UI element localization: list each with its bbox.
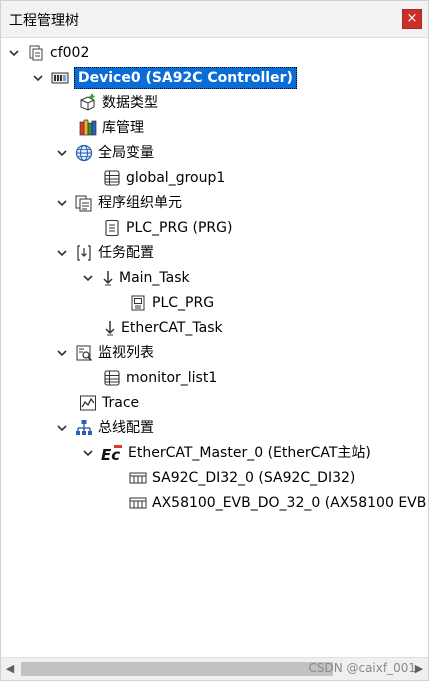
- tree-node-global-vars[interactable]: 全局变量: [55, 141, 154, 165]
- io-module-icon: [129, 494, 147, 512]
- tree-node-slave-2[interactable]: AX58100_EVB_DO_32_0 (AX58100 EVB: [129, 491, 426, 515]
- tree-node-root[interactable]: cf002: [7, 41, 89, 65]
- task-arrow-icon: [103, 319, 117, 337]
- tree-label-monitor-list: monitor_list1: [126, 370, 218, 386]
- variable-table-icon: [103, 169, 121, 187]
- pou-folder-icon: [75, 194, 93, 212]
- tree-node-global-group[interactable]: global_group1: [103, 166, 225, 190]
- tree-node-main-task[interactable]: Main_Task: [81, 266, 190, 290]
- program-call-icon: [129, 294, 147, 312]
- panel-titlebar: 工程管理树 ×: [1, 1, 428, 38]
- scroll-left-arrow-icon[interactable]: ◀: [1, 658, 19, 680]
- task-config-icon: [75, 244, 93, 262]
- tree-node-program-units[interactable]: 程序组织单元: [55, 191, 182, 215]
- tree-node-task-config[interactable]: 任务配置: [55, 241, 154, 265]
- tree-label-device: Device0 (SA92C Controller): [74, 67, 297, 89]
- svg-text:Ec: Ec: [101, 446, 120, 462]
- tree-label-main-task: Main_Task: [119, 270, 190, 286]
- tree-node-ethercat-task[interactable]: EtherCAT_Task: [103, 316, 223, 340]
- tree-node-monitor-list[interactable]: monitor_list1: [103, 366, 217, 390]
- trace-chart-icon: [79, 394, 97, 412]
- chevron-down-icon[interactable]: [7, 46, 21, 60]
- chevron-down-icon[interactable]: [55, 146, 69, 160]
- project-icon: [27, 44, 45, 62]
- tree-node-bus-config[interactable]: 总线配置: [55, 416, 154, 440]
- tree-node-data-types[interactable]: 数据类型: [79, 91, 158, 115]
- tree-label-slave-2: AX58100_EVB_DO_32_0 (AX58100 EVB: [152, 495, 427, 511]
- tree-label-task-config: 任务配置: [98, 245, 154, 261]
- globe-icon: [75, 144, 93, 162]
- watermark-text: CSDN @caixf_001: [308, 661, 416, 675]
- library-books-icon: [79, 119, 97, 137]
- tree-node-main-task-plc-prg[interactable]: PLC_PRG: [129, 291, 214, 315]
- variable-table-icon: [103, 369, 121, 387]
- chevron-down-icon[interactable]: [55, 346, 69, 360]
- tree-label-ethercat-master: EtherCAT_Master_0 (EtherCAT主站): [128, 445, 371, 461]
- tree-label-program-units: 程序组织单元: [98, 195, 182, 211]
- tree-label-data-types: 数据类型: [102, 95, 158, 111]
- close-button[interactable]: ×: [402, 9, 422, 29]
- tree-label-global-group: global_group1: [126, 170, 226, 186]
- watch-list-icon: [75, 344, 93, 362]
- tree-label-watch-list: 监视列表: [98, 345, 154, 361]
- chevron-down-icon[interactable]: [81, 446, 95, 460]
- tree-label-bus-config: 总线配置: [98, 420, 154, 436]
- tree-node-plc-prg[interactable]: PLC_PRG (PRG): [103, 216, 232, 240]
- tree-label-ethercat-task: EtherCAT_Task: [121, 320, 223, 336]
- tree-label-slave-1: SA92C_DI32_0 (SA92C_DI32): [152, 470, 356, 486]
- project-tree: cf002 Device0 (SA92C Controller) 数据类型 库管…: [1, 38, 428, 658]
- program-document-icon: [103, 219, 121, 237]
- tree-label-plc-prg: PLC_PRG (PRG): [126, 220, 233, 236]
- tree-node-watch-list[interactable]: 监视列表: [55, 341, 154, 365]
- tree-node-device[interactable]: Device0 (SA92C Controller): [31, 66, 297, 90]
- chevron-down-icon[interactable]: [55, 421, 69, 435]
- chevron-down-icon[interactable]: [31, 71, 45, 85]
- panel-title: 工程管理树: [9, 13, 79, 29]
- cube-icon: [79, 94, 97, 112]
- ethercat-logo-icon: Ec: [101, 444, 123, 462]
- tree-label-trace: Trace: [102, 395, 140, 411]
- tree-label-root: cf002: [50, 45, 90, 61]
- tree-node-slave-1[interactable]: SA92C_DI32_0 (SA92C_DI32): [129, 466, 355, 490]
- chevron-down-icon[interactable]: [55, 246, 69, 260]
- chevron-down-icon[interactable]: [81, 271, 95, 285]
- project-tree-panel: 工程管理树 × cf002 Device0 (SA92C Controller)…: [0, 0, 429, 681]
- scrollbar-thumb[interactable]: [21, 662, 333, 676]
- tree-node-library-manager[interactable]: 库管理: [79, 116, 144, 140]
- tree-node-ethercat-master[interactable]: Ec EtherCAT_Master_0 (EtherCAT主站): [81, 441, 371, 465]
- task-arrow-icon: [101, 269, 115, 287]
- tree-label-library-manager: 库管理: [102, 120, 144, 136]
- tree-label-global-vars: 全局变量: [98, 145, 154, 161]
- chevron-down-icon[interactable]: [55, 196, 69, 210]
- tree-label-main-task-plc-prg: PLC_PRG: [152, 295, 215, 311]
- io-module-icon: [129, 469, 147, 487]
- network-icon: [75, 419, 93, 437]
- controller-icon: [51, 69, 69, 87]
- tree-node-trace[interactable]: Trace: [79, 391, 139, 415]
